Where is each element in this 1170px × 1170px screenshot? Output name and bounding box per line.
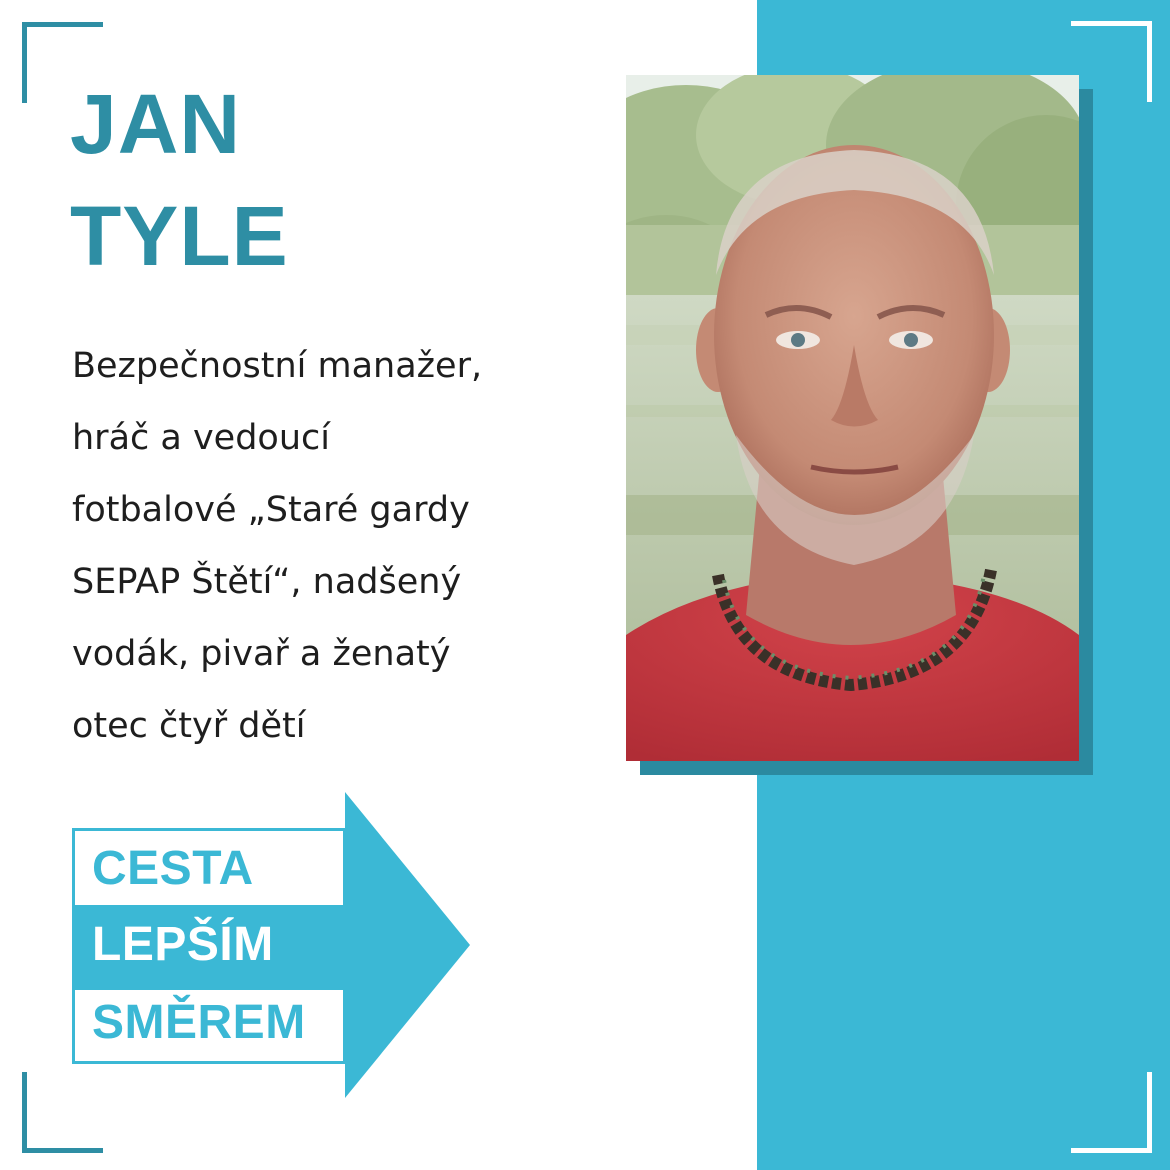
slogan-line-3: SMĚREM bbox=[92, 996, 306, 1049]
corner-frame-bottom-right bbox=[1071, 1072, 1152, 1153]
portrait-photo bbox=[626, 75, 1079, 761]
portrait-illustration bbox=[626, 75, 1079, 761]
slogan-line-1: CESTA bbox=[92, 842, 254, 895]
slogan-line-2: LEPŠÍM bbox=[92, 918, 274, 971]
